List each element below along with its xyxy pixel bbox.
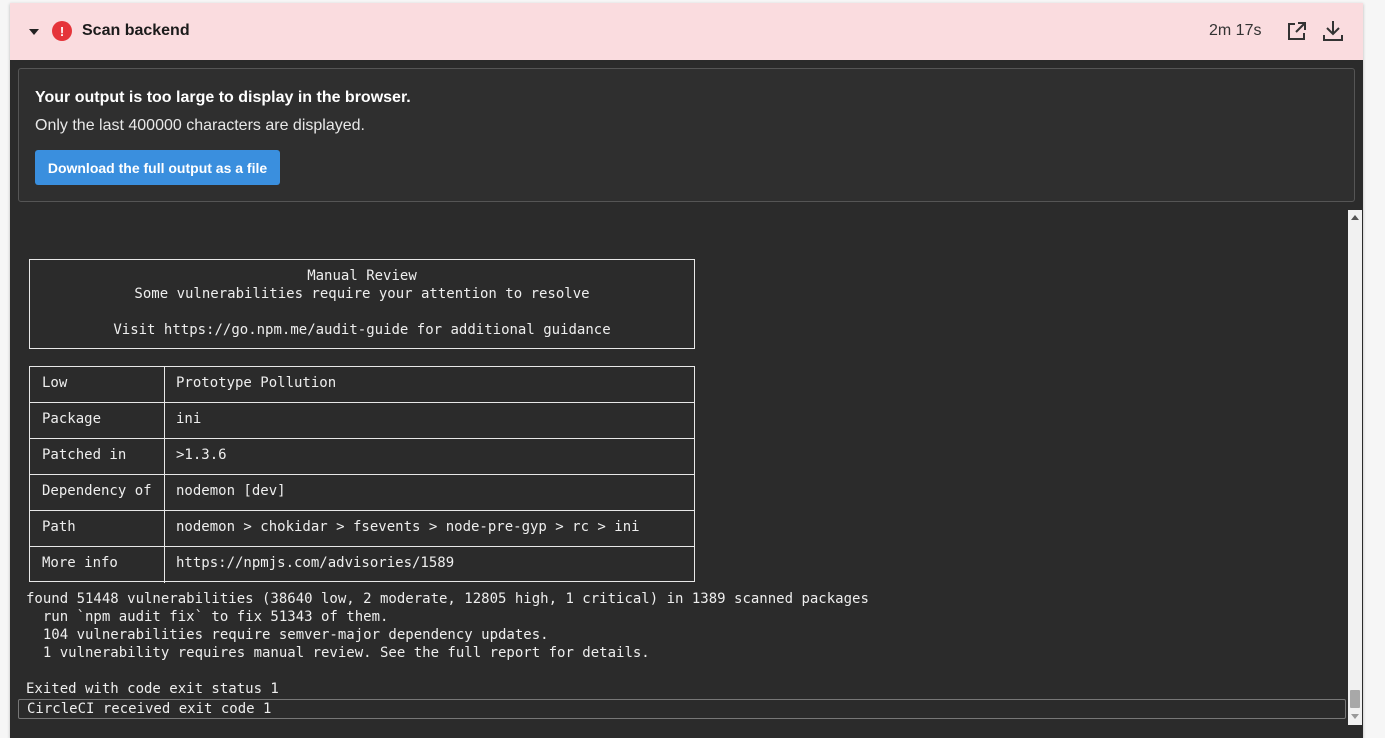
step-output[interactable]: Manual Review Some vulnerabilities requi…	[10, 210, 1347, 735]
step-duration: 2m 17s	[1209, 22, 1262, 39]
advisory-value: >1.3.6	[176, 447, 227, 463]
output-line: Exited with code exit status 1	[26, 681, 279, 697]
output-line: run `npm audit fix` to fix 51343 of them…	[26, 609, 389, 625]
output-line: found 51448 vulnerabilities (38640 low, …	[26, 591, 869, 607]
step-title: Scan backend	[82, 22, 190, 39]
manual-review-box: Manual Review Some vulnerabilities requi…	[29, 259, 695, 349]
notice-title: Your output is too large to display in t…	[35, 89, 411, 106]
column-divider	[164, 439, 165, 475]
advisory-value: nodemon > chokidar > fsevents > node-pre…	[176, 519, 640, 535]
advisory-value: https://npmjs.com/advisories/1589	[176, 555, 455, 571]
final-output-line: CircleCI received exit code 1	[18, 699, 1346, 719]
advisory-value: ini	[176, 411, 202, 427]
advisory-key: Low	[42, 375, 68, 391]
advisory-row: Path nodemon > chokidar > fsevents > nod…	[30, 510, 694, 547]
scroll-down-arrow-icon[interactable]	[1351, 714, 1359, 719]
scroll-thumb[interactable]	[1350, 690, 1360, 708]
column-divider	[164, 367, 165, 403]
column-divider	[164, 475, 165, 511]
advisory-key: Dependency of	[42, 483, 152, 499]
output-scrollbar[interactable]	[1348, 210, 1362, 725]
step-panel: ! Scan backend 2m 17s Your output is too…	[10, 3, 1363, 738]
advisory-key: Path	[42, 519, 76, 535]
advisory-row: Patched in >1.3.6	[30, 438, 694, 475]
advisory-value: nodemon [dev]	[176, 483, 286, 499]
advisory-row: More info https://npmjs.com/advisories/1…	[30, 546, 694, 583]
manual-review-guide: Visit https://go.npm.me/audit-guide for …	[113, 322, 611, 338]
error-icon: !	[52, 21, 72, 41]
download-full-output-button[interactable]: Download the full output as a file	[35, 150, 280, 185]
column-divider	[164, 403, 165, 439]
open-new-tab-icon[interactable]	[1284, 18, 1310, 44]
advisory-row: Low Prototype Pollution	[30, 367, 694, 403]
chevron-down-icon[interactable]	[29, 29, 39, 35]
advisory-table: Low Prototype Pollution Package ini Patc…	[29, 366, 695, 583]
output-line: 1 vulnerability requires manual review. …	[26, 645, 650, 661]
advisory-value: Prototype Pollution	[176, 375, 337, 391]
output-line: 104 vulnerabilities require semver-major…	[26, 627, 549, 643]
step-header[interactable]: ! Scan backend 2m 17s	[10, 3, 1363, 60]
scroll-up-arrow-icon[interactable]	[1351, 215, 1359, 220]
advisory-row: Dependency of nodemon [dev]	[30, 474, 694, 511]
column-divider	[164, 511, 165, 547]
notice-text: Only the last 400000 characters are disp…	[35, 117, 365, 134]
advisory-row: Package ini	[30, 402, 694, 439]
advisory-key: Patched in	[42, 447, 127, 463]
advisory-key: More info	[42, 555, 118, 571]
column-divider	[164, 547, 165, 583]
output-too-large-notice: Your output is too large to display in t…	[18, 68, 1355, 202]
advisory-key: Package	[42, 411, 102, 427]
download-icon[interactable]	[1320, 18, 1346, 44]
manual-review-title: Manual Review	[307, 268, 417, 284]
manual-review-text: Some vulnerabilities require your attent…	[134, 286, 590, 302]
